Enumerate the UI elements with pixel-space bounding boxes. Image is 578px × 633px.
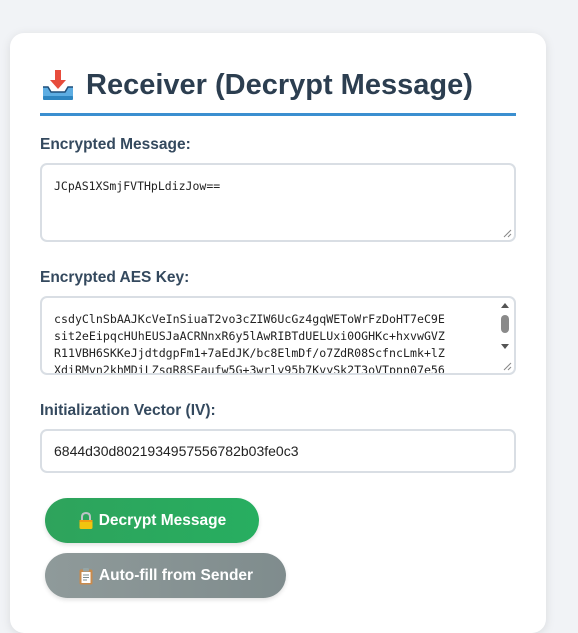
clipboard-icon [79, 567, 93, 584]
page-title: Receiver (Decrypt Message) [86, 68, 473, 101]
section-header: Receiver (Decrypt Message) [40, 63, 516, 116]
scroll-thumb[interactable] [501, 315, 509, 333]
aes-key-value: csdyClnSbAAJKcVeInSiuaT2vo3cZIW6UcGz4gqW… [54, 312, 445, 373]
autofill-button-label: Auto-fill from Sender [98, 566, 254, 584]
autofill-from-sender-button[interactable]: Auto-fill from Sender [45, 553, 286, 598]
encrypted-message-label: Encrypted Message: [40, 136, 191, 153]
scroll-down-arrow-icon[interactable] [501, 344, 509, 349]
resize-grip-icon[interactable] [503, 229, 512, 238]
decrypt-message-button[interactable]: Decrypt Message [45, 498, 259, 543]
aes-key-scrollbar[interactable] [498, 300, 513, 371]
aes-key-label: Encrypted AES Key: [40, 269, 190, 286]
encrypted-message-value: JCpAS1XSmjFVTHpLdizJow== [54, 179, 221, 193]
receiver-card: Receiver (Decrypt Message) Encrypted Mes… [10, 33, 546, 633]
iv-input[interactable]: 6844d30d8021934957556782b03fe0c3 [40, 429, 516, 473]
scroll-up-arrow-icon[interactable] [501, 303, 509, 308]
resize-grip-icon[interactable] [503, 362, 512, 371]
inbox-tray-icon [43, 70, 73, 100]
aes-key-textarea[interactable]: csdyClnSbAAJKcVeInSiuaT2vo3cZIW6UcGz4gqW… [40, 296, 516, 375]
encrypted-message-textarea[interactable]: JCpAS1XSmjFVTHpLdizJow== [40, 163, 516, 242]
iv-value: 6844d30d8021934957556782b03fe0c3 [54, 443, 299, 459]
iv-label: Initialization Vector (IV): [40, 402, 216, 419]
padlock-icon [79, 511, 93, 529]
decrypt-button-label: Decrypt Message [98, 511, 227, 529]
